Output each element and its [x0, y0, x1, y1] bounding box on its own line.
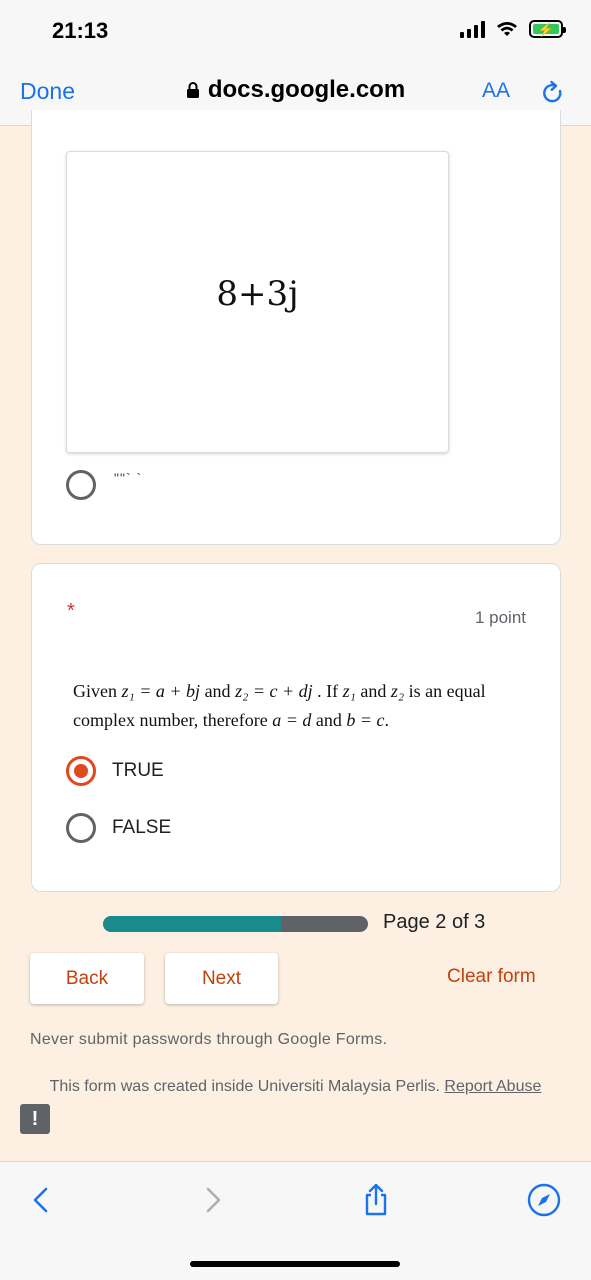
q-math: b = c [346, 710, 385, 730]
clock: 21:13 [52, 18, 109, 43]
progress-fill [103, 916, 281, 932]
question-image: 8+3j [66, 151, 449, 453]
q-text: . If [312, 681, 343, 701]
next-button[interactable]: Next [165, 953, 278, 1004]
question-text: Given z₁ = a + bj and z₂ = c + dj . If z… [73, 677, 533, 735]
q-text: and [311, 710, 347, 730]
radio-option-prev[interactable] [66, 470, 96, 500]
question-card-previous: 8+3j ""` ` [31, 110, 561, 545]
q-math: z₁ [342, 681, 356, 701]
q-text: . [384, 710, 390, 730]
q-text: is an equal [404, 681, 486, 701]
radio-option-true[interactable] [66, 756, 96, 786]
back-button[interactable]: Back [30, 953, 144, 1004]
report-abuse-link[interactable]: Report Abuse [444, 1078, 541, 1095]
lock-icon [186, 82, 199, 98]
feedback-icon[interactable]: ! [20, 1104, 50, 1134]
status-icons: ⚡ [460, 20, 566, 38]
battery-charging-icon: ⚡ [529, 20, 566, 38]
status-bar: 21:13 ⚡ [0, 0, 591, 62]
back-arrow-icon[interactable] [24, 1182, 60, 1218]
radio-option-false[interactable] [66, 813, 96, 843]
required-mark: * [67, 600, 75, 622]
image-expression: 8+3j [216, 274, 299, 314]
home-indicator [190, 1261, 400, 1267]
created-notice: This form was created inside Universiti … [40, 1076, 551, 1098]
question-card: * 1 point Given z₁ = a + bj and z₂ = c +… [31, 563, 561, 892]
q-math: z₂ = c + dj [235, 681, 313, 701]
created-text: This form was created inside Universiti … [49, 1078, 445, 1095]
points-label: 1 point [474, 608, 526, 627]
clear-form-button[interactable]: Clear form [447, 966, 536, 988]
q-text: Given [73, 681, 122, 701]
q-math: a = d [272, 710, 312, 730]
wifi-icon [497, 22, 517, 36]
progress-bar [103, 916, 368, 932]
option-label-true[interactable]: TRUE [112, 760, 164, 782]
url-domain: docs.google.com [207, 76, 406, 103]
q-math: z₁ = a + bj [121, 681, 201, 701]
forward-arrow-icon[interactable] [194, 1182, 230, 1218]
option-label-prev: ""` ` [114, 470, 143, 486]
reload-icon[interactable] [538, 78, 568, 108]
compass-icon[interactable] [526, 1182, 562, 1218]
cellular-signal-icon [460, 20, 485, 38]
text-size-button[interactable]: AA [482, 79, 510, 103]
share-icon[interactable] [358, 1182, 394, 1218]
page-indicator: Page 2 of 3 [383, 911, 486, 933]
q-text: and [355, 681, 391, 701]
option-label-false[interactable]: FALSE [112, 817, 171, 839]
q-math: z₂ [390, 681, 405, 701]
password-warning: Never submit passwords through Google Fo… [30, 1031, 388, 1048]
q-text: complex number, therefore [73, 710, 273, 730]
q-text: and [200, 681, 236, 701]
